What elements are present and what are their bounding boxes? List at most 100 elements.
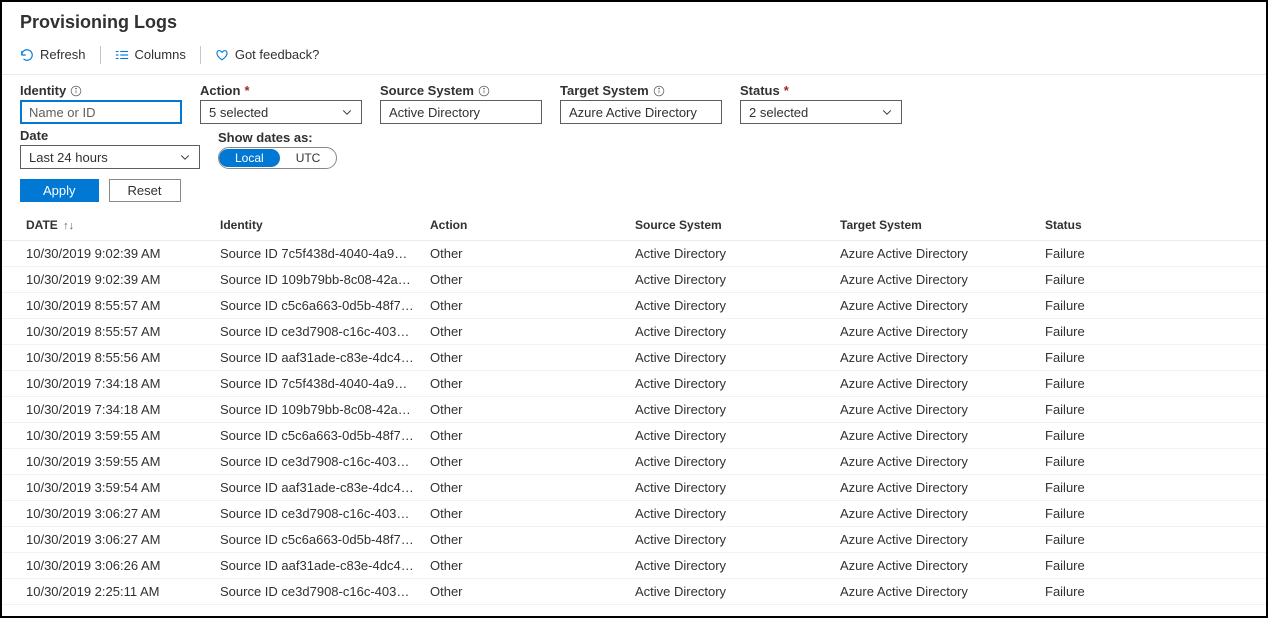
refresh-label: Refresh	[40, 47, 86, 62]
table-row[interactable]: 10/30/2019 3:59:55 AMSource ID c5c6a663-…	[2, 423, 1266, 449]
action-select[interactable]: 5 selected	[200, 100, 362, 124]
table-row[interactable]: 10/30/2019 3:06:27 AMSource ID ce3d7908-…	[2, 501, 1266, 527]
columns-icon	[115, 48, 129, 62]
cell-status: Failure	[1037, 241, 1266, 267]
cell-source: Active Directory	[627, 293, 832, 319]
target-label: Target System	[560, 83, 722, 98]
chevron-down-icon	[341, 106, 353, 118]
cell-status: Failure	[1037, 397, 1266, 423]
toggle-utc[interactable]: UTC	[280, 149, 337, 167]
columns-button[interactable]: Columns	[115, 43, 186, 66]
show-dates-label-text: Show dates as:	[218, 130, 313, 145]
cell-status: Failure	[1037, 371, 1266, 397]
cell-date: 10/30/2019 3:06:27 AM	[2, 501, 212, 527]
cell-action: Other	[422, 553, 627, 579]
identity-label-text: Identity	[20, 83, 66, 98]
date-format-toggle[interactable]: Local UTC	[218, 147, 337, 169]
table-row[interactable]: 10/30/2019 9:02:39 AMSource ID 7c5f438d-…	[2, 241, 1266, 267]
cell-source: Active Directory	[627, 579, 832, 605]
refresh-button[interactable]: Refresh	[20, 43, 86, 66]
table-row[interactable]: 10/30/2019 7:34:18 AMSource ID 7c5f438d-…	[2, 371, 1266, 397]
table-row[interactable]: 10/30/2019 3:06:27 AMSource ID c5c6a663-…	[2, 527, 1266, 553]
chevron-down-icon	[179, 151, 191, 163]
cell-identity: Source ID 7c5f438d-4040-4a97-8a45-9d6	[212, 371, 422, 397]
cell-target: Azure Active Directory	[832, 319, 1037, 345]
cell-date: 10/30/2019 8:55:56 AM	[2, 345, 212, 371]
cell-target: Azure Active Directory	[832, 241, 1037, 267]
cell-identity: Source ID 109b79bb-8c08-42a0-a6d1-8fc	[212, 397, 422, 423]
apply-button[interactable]: Apply	[20, 179, 99, 202]
feedback-button[interactable]: Got feedback?	[215, 43, 320, 66]
cell-identity: Source ID ce3d7908-c16c-4039-a346-b72	[212, 319, 422, 345]
cell-target: Azure Active Directory	[832, 267, 1037, 293]
table-row[interactable]: 10/30/2019 9:02:39 AMSource ID 109b79bb-…	[2, 267, 1266, 293]
col-header-date[interactable]: DATE ↑↓	[2, 210, 212, 241]
cell-target: Azure Active Directory	[832, 423, 1037, 449]
target-value: Azure Active Directory	[569, 105, 697, 120]
table-row[interactable]: 10/30/2019 8:55:56 AMSource ID aaf31ade-…	[2, 345, 1266, 371]
chevron-down-icon	[881, 106, 893, 118]
sort-icon: ↑↓	[63, 220, 74, 232]
cell-source: Active Directory	[627, 475, 832, 501]
target-label-text: Target System	[560, 83, 649, 98]
cell-action: Other	[422, 345, 627, 371]
cell-status: Failure	[1037, 475, 1266, 501]
col-header-status[interactable]: Status	[1037, 210, 1266, 241]
cell-source: Active Directory	[627, 501, 832, 527]
cell-date: 10/30/2019 3:06:27 AM	[2, 527, 212, 553]
logs-table: DATE ↑↓ Identity Action Source System Ta…	[2, 210, 1266, 605]
table-row[interactable]: 10/30/2019 8:55:57 AMSource ID ce3d7908-…	[2, 319, 1266, 345]
col-header-source[interactable]: Source System	[627, 210, 832, 241]
table-row[interactable]: 10/30/2019 3:06:26 AMSource ID aaf31ade-…	[2, 553, 1266, 579]
cell-status: Failure	[1037, 345, 1266, 371]
toolbar-separator	[100, 46, 101, 64]
source-value: Active Directory	[389, 105, 480, 120]
cell-source: Active Directory	[627, 241, 832, 267]
target-select[interactable]: Azure Active Directory	[560, 100, 722, 124]
table-row[interactable]: 10/30/2019 3:59:55 AMSource ID ce3d7908-…	[2, 449, 1266, 475]
cell-source: Active Directory	[627, 527, 832, 553]
cell-target: Azure Active Directory	[832, 345, 1037, 371]
identity-input[interactable]	[29, 105, 173, 120]
cell-action: Other	[422, 527, 627, 553]
col-header-date-text: DATE	[26, 218, 58, 232]
toggle-local[interactable]: Local	[219, 149, 280, 167]
col-header-target[interactable]: Target System	[832, 210, 1037, 241]
cell-date: 10/30/2019 9:02:39 AM	[2, 267, 212, 293]
cell-status: Failure	[1037, 267, 1266, 293]
cell-identity: Source ID 109b79bb-8c08-42a0-a6d1-8fc	[212, 267, 422, 293]
status-label-text: Status	[740, 83, 780, 98]
col-header-action[interactable]: Action	[422, 210, 627, 241]
cell-target: Azure Active Directory	[832, 371, 1037, 397]
source-select[interactable]: Active Directory	[380, 100, 542, 124]
cell-action: Other	[422, 293, 627, 319]
cell-identity: Source ID aaf31ade-c83e-4dc4-878c-da25	[212, 475, 422, 501]
col-header-identity[interactable]: Identity	[212, 210, 422, 241]
table-row[interactable]: 10/30/2019 7:34:18 AMSource ID 109b79bb-…	[2, 397, 1266, 423]
table-row[interactable]: 10/30/2019 8:55:57 AMSource ID c5c6a663-…	[2, 293, 1266, 319]
reset-button[interactable]: Reset	[109, 179, 181, 202]
cell-target: Azure Active Directory	[832, 527, 1037, 553]
cell-date: 10/30/2019 7:34:18 AM	[2, 371, 212, 397]
cell-identity: Source ID ce3d7908-c16c-4039-a346-b72	[212, 579, 422, 605]
info-icon	[653, 85, 665, 97]
cell-source: Active Directory	[627, 345, 832, 371]
cell-date: 10/30/2019 3:59:55 AM	[2, 449, 212, 475]
cell-action: Other	[422, 501, 627, 527]
cell-target: Azure Active Directory	[832, 475, 1037, 501]
identity-input-wrap[interactable]	[20, 100, 182, 124]
cell-target: Azure Active Directory	[832, 293, 1037, 319]
required-indicator: *	[784, 83, 789, 98]
cell-identity: Source ID ce3d7908-c16c-4039-a346-b72	[212, 449, 422, 475]
cell-date: 10/30/2019 8:55:57 AM	[2, 293, 212, 319]
date-select[interactable]: Last 24 hours	[20, 145, 200, 169]
columns-label: Columns	[135, 47, 186, 62]
table-row[interactable]: 10/30/2019 3:59:54 AMSource ID aaf31ade-…	[2, 475, 1266, 501]
cell-action: Other	[422, 267, 627, 293]
refresh-icon	[20, 48, 34, 62]
cell-identity: Source ID ce3d7908-c16c-4039-a346-b72	[212, 501, 422, 527]
status-select[interactable]: 2 selected	[740, 100, 902, 124]
show-dates-label: Show dates as:	[218, 130, 337, 145]
table-row[interactable]: 10/30/2019 2:25:11 AMSource ID ce3d7908-…	[2, 579, 1266, 605]
cell-source: Active Directory	[627, 397, 832, 423]
